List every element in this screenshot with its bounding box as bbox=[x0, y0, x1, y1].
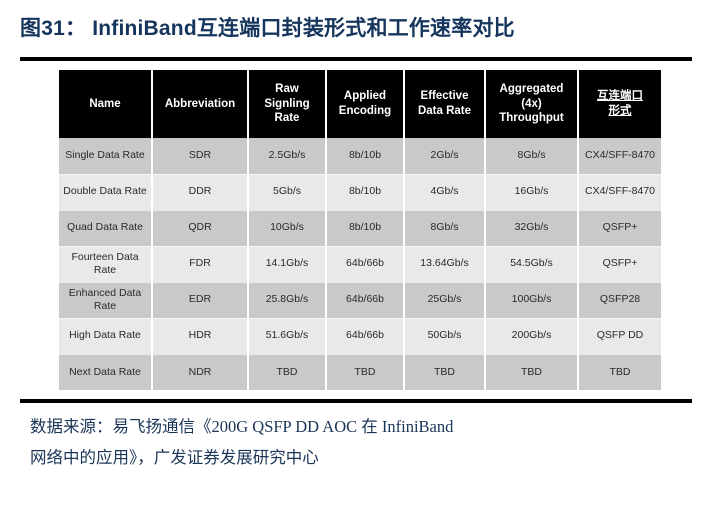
table-row: Enhanced Data Rate EDR 25.8Gb/s 64b/66b … bbox=[59, 282, 661, 319]
header-line: Aggregated bbox=[499, 82, 564, 95]
cell-applied-encoding: 8b/10b bbox=[326, 210, 405, 247]
cell-abbreviation: FDR bbox=[152, 246, 249, 283]
cell-aggregated-throughput: 16Gb/s bbox=[485, 174, 579, 211]
cell-raw-signling-rate: 51.6Gb/s bbox=[248, 318, 327, 355]
cell-raw-signling-rate: 25.8Gb/s bbox=[248, 282, 327, 319]
header-line: Signling bbox=[264, 97, 310, 110]
table-row: Single Data Rate SDR 2.5Gb/s 8b/10b 2Gb/… bbox=[59, 138, 661, 175]
cell-port-form: TBD bbox=[578, 354, 661, 390]
cell-abbreviation: QDR bbox=[152, 210, 249, 247]
cell-name: Fourteen Data Rate bbox=[59, 246, 153, 283]
table-body: Single Data Rate SDR 2.5Gb/s 8b/10b 2Gb/… bbox=[59, 138, 661, 390]
table-row: High Data Rate HDR 51.6Gb/s 64b/66b 50Gb… bbox=[59, 318, 661, 355]
cell-effective-data-rate: 50Gb/s bbox=[404, 318, 486, 355]
figure-title-block: 图31： InfiniBand互连端口封装形式和工作速率对比 bbox=[20, 16, 692, 41]
header-line: Effective bbox=[420, 90, 469, 103]
cell-name: Quad Data Rate bbox=[59, 210, 153, 247]
table-row: Next Data Rate NDR TBD TBD TBD TBD TBD bbox=[59, 354, 661, 390]
cell-raw-signling-rate: 2.5Gb/s bbox=[248, 138, 327, 175]
column-header-name: Name bbox=[59, 70, 153, 138]
cell-port-form: CX4/SFF-8470 bbox=[578, 174, 661, 211]
cell-name: High Data Rate bbox=[59, 318, 153, 355]
cell-port-form: QSFP28 bbox=[578, 282, 661, 319]
source-note-line-2: 网络中的应用》，广发证券发展研究中心 bbox=[30, 447, 319, 467]
cell-applied-encoding: TBD bbox=[326, 354, 405, 390]
table-row: Quad Data Rate QDR 10Gb/s 8b/10b 8Gb/s 3… bbox=[59, 210, 661, 247]
title-divider bbox=[20, 57, 692, 61]
cell-name: Double Data Rate bbox=[59, 174, 153, 211]
cell-abbreviation: NDR bbox=[152, 354, 249, 390]
cell-raw-signling-rate: 14.1Gb/s bbox=[248, 246, 327, 283]
cell-aggregated-throughput: 200Gb/s bbox=[485, 318, 579, 355]
header-line: 互连端口 bbox=[597, 90, 643, 103]
column-header-abbreviation: Abbreviation bbox=[152, 70, 249, 138]
header-line: (4x) bbox=[521, 97, 542, 110]
cell-aggregated-throughput: 54.5Gb/s bbox=[485, 246, 579, 283]
cell-applied-encoding: 64b/66b bbox=[326, 282, 405, 319]
cell-effective-data-rate: 13.64Gb/s bbox=[404, 246, 486, 283]
infiniband-comparison-table: Name Abbreviation Raw Signling Rate Appl… bbox=[59, 70, 661, 390]
cell-aggregated-throughput: 8Gb/s bbox=[485, 138, 579, 175]
cell-name: Single Data Rate bbox=[59, 138, 153, 175]
cell-effective-data-rate: 4Gb/s bbox=[404, 174, 486, 211]
cell-name: Enhanced Data Rate bbox=[59, 282, 153, 319]
cell-abbreviation: DDR bbox=[152, 174, 249, 211]
cell-abbreviation: SDR bbox=[152, 138, 249, 175]
cell-applied-encoding: 64b/66b bbox=[326, 318, 405, 355]
cell-abbreviation: HDR bbox=[152, 318, 249, 355]
cell-applied-encoding: 8b/10b bbox=[326, 138, 405, 175]
column-header-aggregated-throughput: Aggregated (4x) Throughput bbox=[485, 70, 579, 138]
header-line: Rate bbox=[274, 112, 300, 125]
header-line: Encoding bbox=[338, 105, 392, 117]
cell-applied-encoding: 8b/10b bbox=[326, 174, 405, 211]
source-note: 数据来源：易飞扬通信《200G QSFP DD AOC 在 InfiniBand… bbox=[30, 412, 690, 473]
cell-effective-data-rate: 2Gb/s bbox=[404, 138, 486, 175]
table-header-row: Name Abbreviation Raw Signling Rate Appl… bbox=[59, 70, 661, 138]
cell-aggregated-throughput: TBD bbox=[485, 354, 579, 390]
cell-effective-data-rate: TBD bbox=[404, 354, 486, 390]
header-line: Abbreviation bbox=[164, 97, 236, 110]
header-line: Applied bbox=[343, 90, 387, 103]
header-line: Name bbox=[89, 97, 121, 110]
cell-applied-encoding: 64b/66b bbox=[326, 246, 405, 283]
source-note-line-1: 数据来源：易飞扬通信《200G QSFP DD AOC 在 InfiniBand bbox=[30, 417, 454, 436]
cell-name: Next Data Rate bbox=[59, 354, 153, 390]
header-line: Throughput bbox=[499, 112, 564, 125]
header-line: Data Rate bbox=[417, 105, 472, 117]
cell-abbreviation: EDR bbox=[152, 282, 249, 319]
cell-port-form: CX4/SFF-8470 bbox=[578, 138, 661, 175]
table-row: Double Data Rate DDR 5Gb/s 8b/10b 4Gb/s … bbox=[59, 174, 661, 211]
footer-divider bbox=[20, 399, 692, 403]
table-row: Fourteen Data Rate FDR 14.1Gb/s 64b/66b … bbox=[59, 246, 661, 283]
cell-port-form: QSFP+ bbox=[578, 246, 661, 283]
cell-effective-data-rate: 25Gb/s bbox=[404, 282, 486, 319]
header-line: Raw bbox=[275, 82, 299, 95]
column-header-raw-signling-rate: Raw Signling Rate bbox=[248, 70, 327, 138]
cell-aggregated-throughput: 32Gb/s bbox=[485, 210, 579, 247]
column-header-applied-encoding: Applied Encoding bbox=[326, 70, 405, 138]
cell-raw-signling-rate: 10Gb/s bbox=[248, 210, 327, 247]
cell-raw-signling-rate: TBD bbox=[248, 354, 327, 390]
column-header-port-form: 互连端口 形式 bbox=[578, 70, 661, 138]
infiniband-table-container: Name Abbreviation Raw Signling Rate Appl… bbox=[59, 70, 661, 390]
header-line: 形式 bbox=[608, 105, 632, 117]
page-title: 图31： InfiniBand互连端口封装形式和工作速率对比 bbox=[20, 17, 515, 40]
cell-raw-signling-rate: 5Gb/s bbox=[248, 174, 327, 211]
cell-port-form: QSFP+ bbox=[578, 210, 661, 247]
cell-aggregated-throughput: 100Gb/s bbox=[485, 282, 579, 319]
cell-port-form: QSFP DD bbox=[578, 318, 661, 355]
column-header-effective-data-rate: Effective Data Rate bbox=[404, 70, 486, 138]
cell-effective-data-rate: 8Gb/s bbox=[404, 210, 486, 247]
